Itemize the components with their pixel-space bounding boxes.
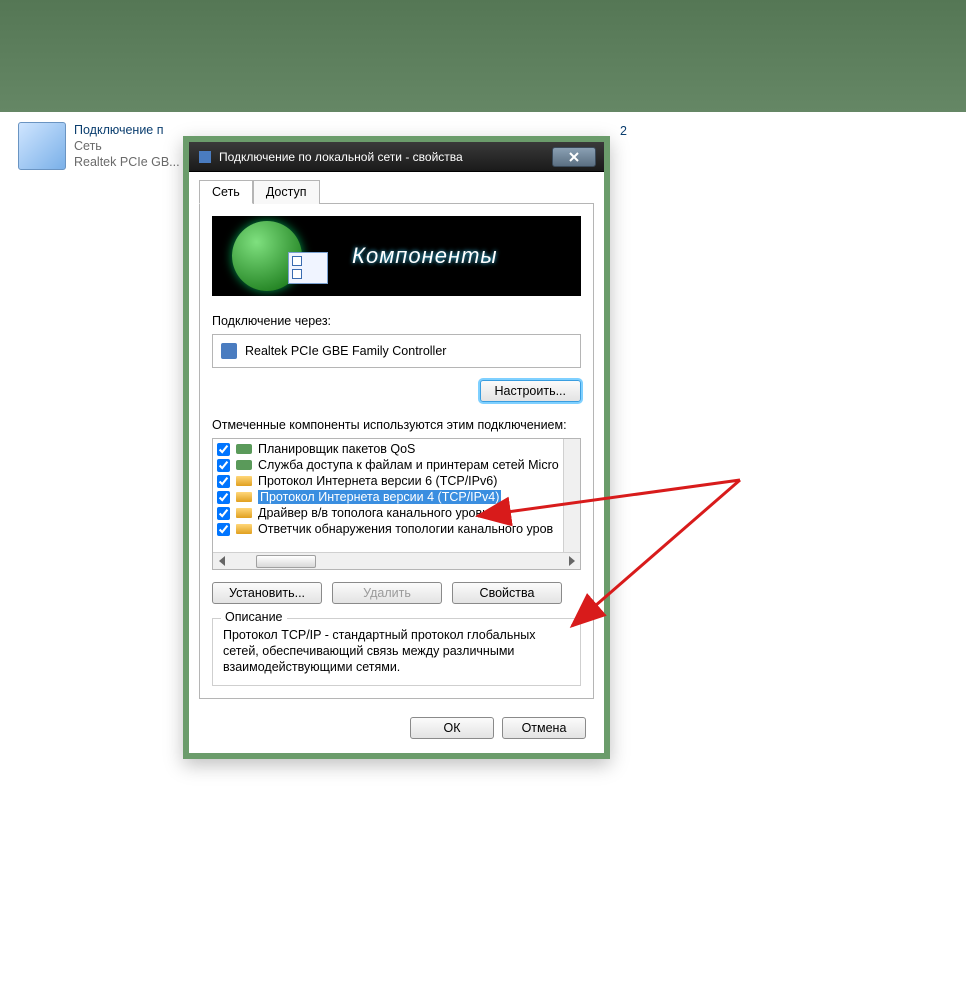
install-button[interactable]: Установить... [212, 582, 322, 604]
component-checkbox[interactable] [217, 443, 230, 456]
scroll-right-icon[interactable] [563, 554, 580, 569]
service-icon [236, 444, 252, 454]
component-label: Ответчик обнаружения топологии канальног… [258, 522, 553, 536]
scroll-left-icon[interactable] [213, 554, 230, 569]
connection-title: Подключение п [74, 122, 180, 138]
component-item[interactable]: Драйвер в/в тополога канального уровня [215, 505, 578, 521]
cancel-button[interactable]: Отмена [502, 717, 586, 739]
uninstall-button: Удалить [332, 582, 442, 604]
properties-dialog: Подключение по локальной сети - свойства… [183, 136, 610, 759]
components-listbox[interactable]: Планировщик пакетов QoS Служба доступа к … [212, 438, 581, 570]
protocol-icon [236, 508, 252, 518]
component-item[interactable]: Планировщик пакетов QoS [215, 441, 578, 457]
component-label: Служба доступа к файлам и принтерам сете… [258, 458, 559, 472]
component-checkbox[interactable] [217, 523, 230, 536]
tab-network[interactable]: Сеть [199, 180, 253, 204]
component-label: Драйвер в/в тополога канального уровня [258, 506, 496, 520]
component-label: Протокол Интернета версии 6 (TCP/IPv6) [258, 474, 497, 488]
component-checkbox[interactable] [217, 459, 230, 472]
adapter-name: Realtek PCIe GBE Family Controller [245, 344, 446, 358]
dialog-close-button[interactable] [552, 147, 596, 167]
component-label: Планировщик пакетов QoS [258, 442, 415, 456]
component-item[interactable]: Протокол Интернета версии 4 (TCP/IPv4) [215, 489, 578, 505]
description-legend: Описание [221, 610, 287, 624]
background-item-suffix: 2 [620, 124, 627, 138]
description-text: Протокол TCP/IP - стандартный протокол г… [223, 627, 570, 675]
component-item[interactable]: Протокол Интернета версии 6 (TCP/IPv6) [215, 473, 578, 489]
network-adapter-icon [18, 122, 66, 170]
components-label: Отмеченные компоненты используются этим … [212, 418, 581, 432]
tab-access[interactable]: Доступ [253, 180, 320, 204]
checklist-icon [288, 252, 328, 284]
connect-via-label: Подключение через: [212, 314, 581, 328]
connection-item[interactable]: Подключение п Сеть Realtek PCIe GB... [18, 122, 180, 170]
adapter-field: Realtek PCIe GBE Family Controller [212, 334, 581, 368]
component-label: Протокол Интернета версии 4 (TCP/IPv4) [258, 490, 501, 504]
dialog-titlebar[interactable]: Подключение по локальной сети - свойства [189, 142, 604, 172]
description-groupbox: Описание Протокол TCP/IP - стандартный п… [212, 618, 581, 686]
close-icon [568, 151, 580, 163]
component-checkbox[interactable] [217, 475, 230, 488]
nic-icon [221, 343, 237, 359]
tab-page-network: Компоненты Подключение через: Realtek PC… [199, 203, 594, 699]
scroll-thumb[interactable] [256, 555, 316, 568]
properties-button[interactable]: Свойства [452, 582, 562, 604]
component-item[interactable]: Ответчик обнаружения топологии канальног… [215, 521, 578, 537]
configure-button[interactable]: Настроить... [480, 380, 582, 402]
protocol-icon [236, 492, 252, 502]
dialog-icon [197, 149, 213, 165]
connection-item-text: Подключение п Сеть Realtek PCIe GB... [74, 122, 180, 170]
component-checkbox[interactable] [217, 507, 230, 520]
connection-adapter: Realtek PCIe GB... [74, 154, 180, 170]
banner-text: Компоненты [352, 243, 498, 269]
service-icon [236, 460, 252, 470]
connection-network: Сеть [74, 138, 180, 154]
component-item[interactable]: Служба доступа к файлам и принтерам сете… [215, 457, 578, 473]
dialog-title-text: Подключение по локальной сети - свойства [219, 150, 463, 164]
horizontal-scrollbar[interactable] [213, 552, 580, 569]
component-checkbox[interactable] [217, 491, 230, 504]
tab-strip: Сеть Доступ [189, 180, 604, 204]
protocol-icon [236, 524, 252, 534]
components-banner: Компоненты [212, 216, 581, 296]
protocol-icon [236, 476, 252, 486]
ok-button[interactable]: ОК [410, 717, 494, 739]
vertical-scrollbar[interactable] [563, 439, 580, 552]
